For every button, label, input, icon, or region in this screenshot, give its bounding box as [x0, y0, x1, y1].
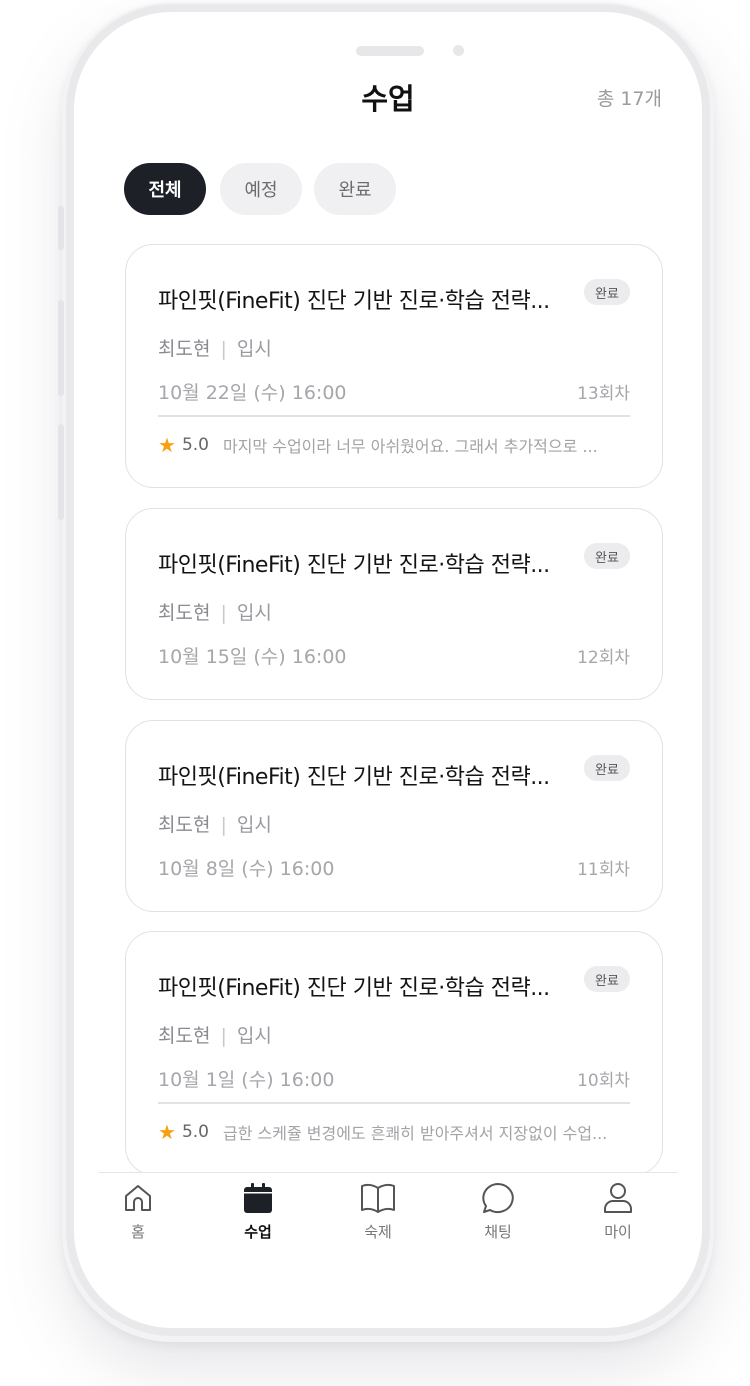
teacher-name: 최도현	[158, 338, 211, 360]
teacher-name: 최도현	[158, 814, 211, 836]
star-icon: ★	[158, 1120, 176, 1144]
tab-homework[interactable]: 숙제	[338, 1181, 418, 1242]
lesson-category: 입시	[236, 338, 272, 360]
lesson-title: 파인핏(FineFit) 진단 기반 진로·학습 전략...	[158, 765, 550, 790]
status-badge: 완료	[584, 966, 630, 992]
home-icon	[125, 1185, 151, 1211]
book-icon	[361, 1183, 395, 1213]
speaker-grill	[356, 46, 424, 56]
lesson-meta: 최도현 | 입시	[158, 1021, 272, 1048]
lesson-session: 11회차	[577, 860, 630, 880]
lesson-review: ★ 5.0 마지막 수업이라 너무 아쉬웠어요. 그래서 추가적으로 ...	[158, 433, 630, 457]
tab-chat[interactable]: 채팅	[458, 1181, 538, 1242]
tab-home[interactable]: 홈	[98, 1181, 178, 1242]
status-badge: 완료	[584, 755, 630, 781]
teacher-name: 최도현	[158, 602, 211, 624]
filter-chip-all[interactable]: 전체	[124, 163, 206, 215]
filter-chip-scheduled[interactable]: 예정	[220, 163, 302, 215]
phone-screen: 수업 총 17개 전체 예정 완료 파인핏(FineFit) 진단 기반 진로·…	[74, 12, 702, 1328]
lesson-meta: 최도현 | 입시	[158, 810, 272, 837]
lesson-review: ★ 5.0 급한 스케쥴 변경에도 흔쾌히 받아주셔서 지장없이 수업...	[158, 1120, 630, 1144]
bottom-tab-bar: 홈 수업 숙제 채팅 마이	[98, 1172, 678, 1253]
lesson-category: 입시	[236, 1025, 272, 1047]
tab-label: 수업	[244, 1223, 272, 1241]
lesson-card[interactable]: 파인핏(FineFit) 진단 기반 진로·학습 전략... 완료 최도현 | 입시…	[125, 931, 663, 1175]
tab-label: 홈	[131, 1223, 145, 1241]
card-divider	[158, 1102, 630, 1104]
volume-up-button	[58, 300, 64, 396]
mute-switch	[58, 206, 64, 250]
lesson-category: 입시	[236, 602, 272, 624]
lesson-meta: 최도현 | 입시	[158, 598, 272, 625]
tab-label: 숙제	[364, 1223, 392, 1241]
meta-separator: |	[220, 602, 227, 624]
total-count: 총 17개	[596, 88, 662, 110]
lesson-title: 파인핏(FineFit) 진단 기반 진로·학습 전략...	[158, 553, 550, 578]
tab-label: 마이	[604, 1223, 632, 1241]
lesson-card[interactable]: 파인핏(FineFit) 진단 기반 진로·학습 전략... 완료 최도현 | 입시…	[125, 244, 663, 488]
lesson-meta: 최도현 | 입시	[158, 334, 272, 361]
volume-down-button	[58, 424, 64, 520]
review-text: 급한 스케쥴 변경에도 흔쾌히 받아주셔서 지장없이 수업...	[222, 1124, 608, 1143]
lesson-card[interactable]: 파인핏(FineFit) 진단 기반 진로·학습 전략... 완료 최도현 | 입시…	[125, 720, 663, 912]
meta-separator: |	[220, 1025, 227, 1047]
tab-lessons[interactable]: 수업	[218, 1181, 298, 1242]
teacher-name: 최도현	[158, 1025, 211, 1047]
lesson-date: 10월 8일 (수) 16:00	[158, 858, 335, 880]
star-icon: ★	[158, 433, 176, 457]
status-badge: 완료	[584, 543, 630, 569]
review-rating: 5.0	[181, 1122, 209, 1142]
review-rating: 5.0	[181, 435, 209, 455]
lesson-title: 파인핏(FineFit) 진단 기반 진로·학습 전략...	[158, 289, 550, 314]
lesson-session: 10회차	[577, 1071, 630, 1091]
card-divider	[158, 415, 630, 417]
lesson-title: 파인핏(FineFit) 진단 기반 진로·학습 전략...	[158, 976, 550, 1001]
status-badge: 완료	[584, 279, 630, 305]
lesson-date: 10월 15일 (수) 16:00	[158, 646, 347, 668]
lesson-card[interactable]: 파인핏(FineFit) 진단 기반 진로·학습 전략... 완료 최도현 | 입시…	[125, 508, 663, 700]
lesson-date: 10월 22일 (수) 16:00	[158, 382, 347, 404]
calendar-icon	[244, 1183, 272, 1213]
tab-label: 채팅	[484, 1223, 512, 1241]
meta-separator: |	[220, 814, 227, 836]
lesson-category: 입시	[236, 814, 272, 836]
lesson-date: 10월 1일 (수) 16:00	[158, 1069, 335, 1091]
front-camera	[453, 45, 464, 56]
filter-chip-completed[interactable]: 완료	[314, 163, 396, 215]
tab-my[interactable]: 마이	[578, 1181, 658, 1242]
meta-separator: |	[220, 338, 227, 360]
lesson-session: 12회차	[577, 648, 630, 668]
review-text: 마지막 수업이라 너무 아쉬웠어요. 그래서 추가적으로 ...	[222, 437, 598, 456]
lesson-session: 13회차	[577, 384, 630, 404]
user-icon	[604, 1183, 632, 1213]
chat-icon	[482, 1183, 514, 1213]
